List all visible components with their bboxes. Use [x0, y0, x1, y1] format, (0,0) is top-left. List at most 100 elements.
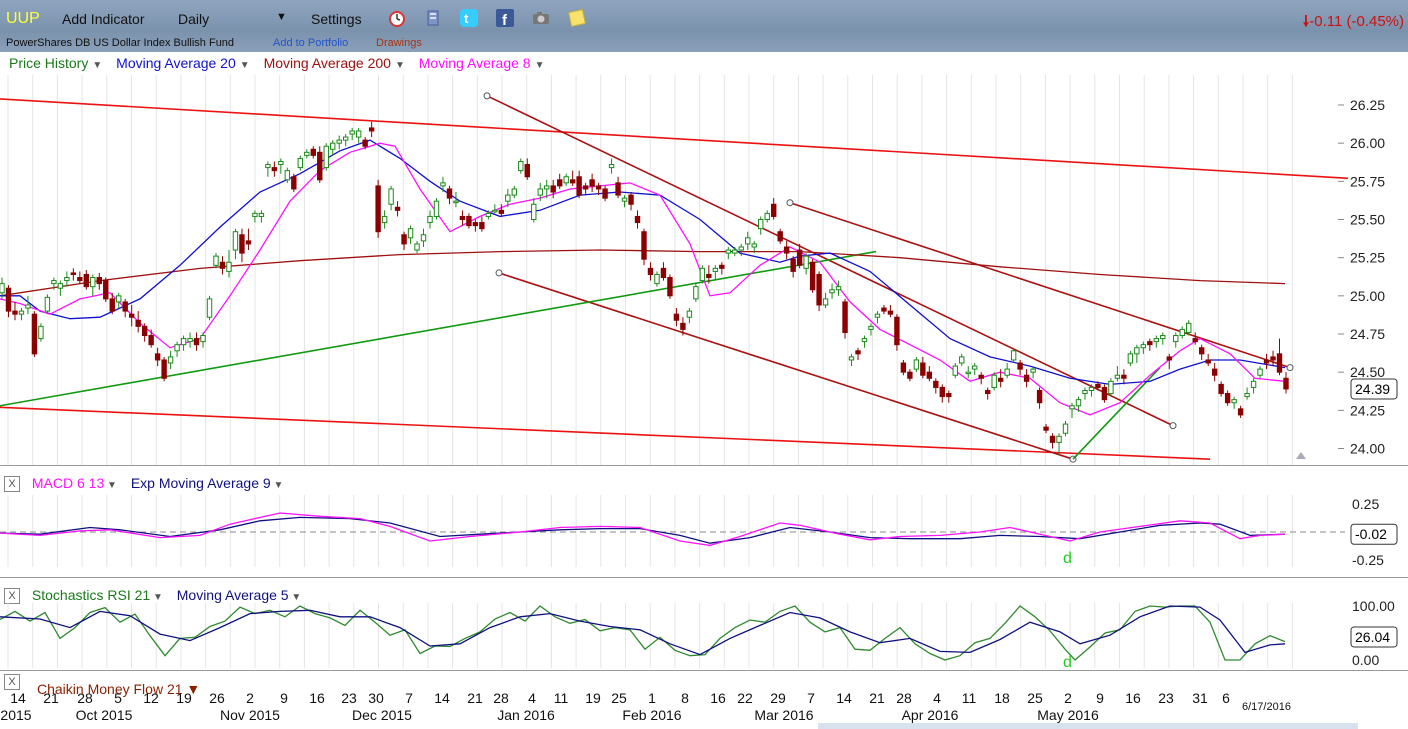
candle-body [57, 283, 64, 289]
candle-body [336, 139, 342, 144]
candle-body [907, 371, 913, 379]
drawings-link[interactable]: Drawings [376, 37, 422, 49]
add-indicator-button[interactable]: Add Indicator [62, 11, 145, 27]
x-tick-month: Jan 2016 [497, 707, 555, 723]
camera-icon[interactable] [531, 8, 551, 28]
candle-body [459, 215, 466, 221]
candle-body [569, 179, 576, 184]
instrument-name: PowerShares DB US Dollar Index Bullish F… [6, 37, 235, 49]
candle-body [1023, 374, 1030, 382]
candle-body [660, 267, 667, 279]
candle-body [1017, 362, 1023, 370]
alarm-clock-icon[interactable] [387, 8, 407, 28]
trendline-handle [495, 269, 503, 277]
candle-body [563, 176, 569, 184]
candle-body [304, 151, 310, 156]
candle-body [803, 255, 809, 269]
close-icon[interactable]: X [4, 674, 20, 691]
x-tick-day: 14 [836, 690, 852, 706]
y-tick-label: 26.25 [1350, 97, 1385, 113]
candle-body [407, 228, 414, 239]
x-tick-month: Nov 2015 [220, 707, 280, 723]
candle-body [1049, 435, 1056, 443]
candle-body [472, 222, 479, 227]
candle-body [589, 179, 595, 187]
candle-body [693, 286, 699, 300]
candle-body [991, 374, 997, 388]
y-tick-label: 24.25 [1350, 402, 1385, 418]
candle-body [1088, 386, 1095, 391]
candle-body [1160, 335, 1166, 340]
period-select[interactable]: Daily [178, 11, 209, 27]
candle-body [842, 301, 848, 333]
candle-body [381, 215, 388, 224]
candle-body [141, 325, 148, 337]
candle-body [1283, 377, 1289, 390]
candle-body [1062, 423, 1069, 434]
candle-body [485, 212, 492, 217]
settings-button[interactable]: Settings [311, 11, 362, 27]
candle-body [291, 176, 297, 190]
x-tick-month: 2015 [0, 707, 31, 723]
candle-body [83, 273, 90, 288]
y-tick-label: 25.75 [1350, 173, 1385, 189]
candle-body [615, 182, 621, 196]
candle-body [1263, 359, 1270, 364]
y-tick-label: 24.50 [1350, 364, 1385, 380]
candle-body [1101, 386, 1108, 401]
candle-body [25, 304, 31, 309]
candle-body [128, 313, 135, 318]
candle-body [245, 240, 252, 245]
candle-body [628, 194, 634, 205]
x-tick-month: May 2016 [1037, 707, 1099, 723]
scroll-up-icon [1296, 452, 1306, 459]
ma20-line [0, 139, 1286, 386]
candle-body [972, 365, 978, 370]
candle-body [686, 310, 693, 318]
pane-divider [0, 577, 1408, 578]
candle-body [745, 237, 751, 245]
candle-body [1140, 344, 1147, 349]
candle-body [317, 151, 323, 181]
candle-body [18, 310, 25, 315]
candle-body [887, 310, 894, 315]
candle-body [933, 380, 939, 388]
candle-body [330, 142, 336, 150]
candle-body [1108, 380, 1114, 395]
facebook-icon[interactable]: f [495, 8, 515, 28]
x-tick-day: 14 [10, 690, 26, 706]
add-to-portfolio-link[interactable]: Add to Portfolio [273, 37, 348, 49]
candle-body [258, 212, 265, 217]
candle-body [174, 344, 180, 352]
candle-body [96, 277, 102, 285]
candle-body [433, 200, 440, 217]
twitter-icon[interactable]: t [459, 8, 479, 28]
x-tick-day: 30 [368, 690, 384, 706]
candle-body [90, 277, 96, 288]
x-tick-day: 25 [611, 690, 627, 706]
candle-body [44, 296, 51, 312]
candle-body [667, 277, 673, 297]
candle-body [394, 206, 401, 211]
candle-body [200, 335, 206, 343]
candle-body [641, 231, 647, 260]
candle-body [997, 377, 1004, 382]
x-tick-day: 11 [554, 690, 569, 706]
y-tick-label: 24.00 [1350, 441, 1385, 457]
x-tick-day: 21 [467, 690, 483, 706]
candle-body [310, 148, 316, 156]
descending-line-3 [789, 201, 1291, 369]
x-tick-month: Feb 2016 [622, 707, 681, 723]
chevron-down-icon[interactable]: ▼ [276, 11, 287, 23]
note-icon[interactable] [567, 8, 587, 28]
legend-chaikin[interactable]: Chaikin Money Flow 21 ▼ [37, 681, 200, 697]
chart-area[interactable]: 26.25 26.00 25.75 25.50 25.25 25.00 24.75 24.50… [0, 52, 1408, 729]
database-icon[interactable] [423, 8, 443, 28]
price-change-value: -0.11 (-0.45%) [1309, 13, 1404, 30]
candle-body [835, 286, 842, 291]
candle-body [265, 164, 271, 169]
symbol-label[interactable]: UUP [6, 10, 40, 28]
stoch-y-tick: 0.00 [1352, 652, 1379, 668]
candle-body [180, 338, 187, 346]
candle-body [31, 313, 38, 355]
